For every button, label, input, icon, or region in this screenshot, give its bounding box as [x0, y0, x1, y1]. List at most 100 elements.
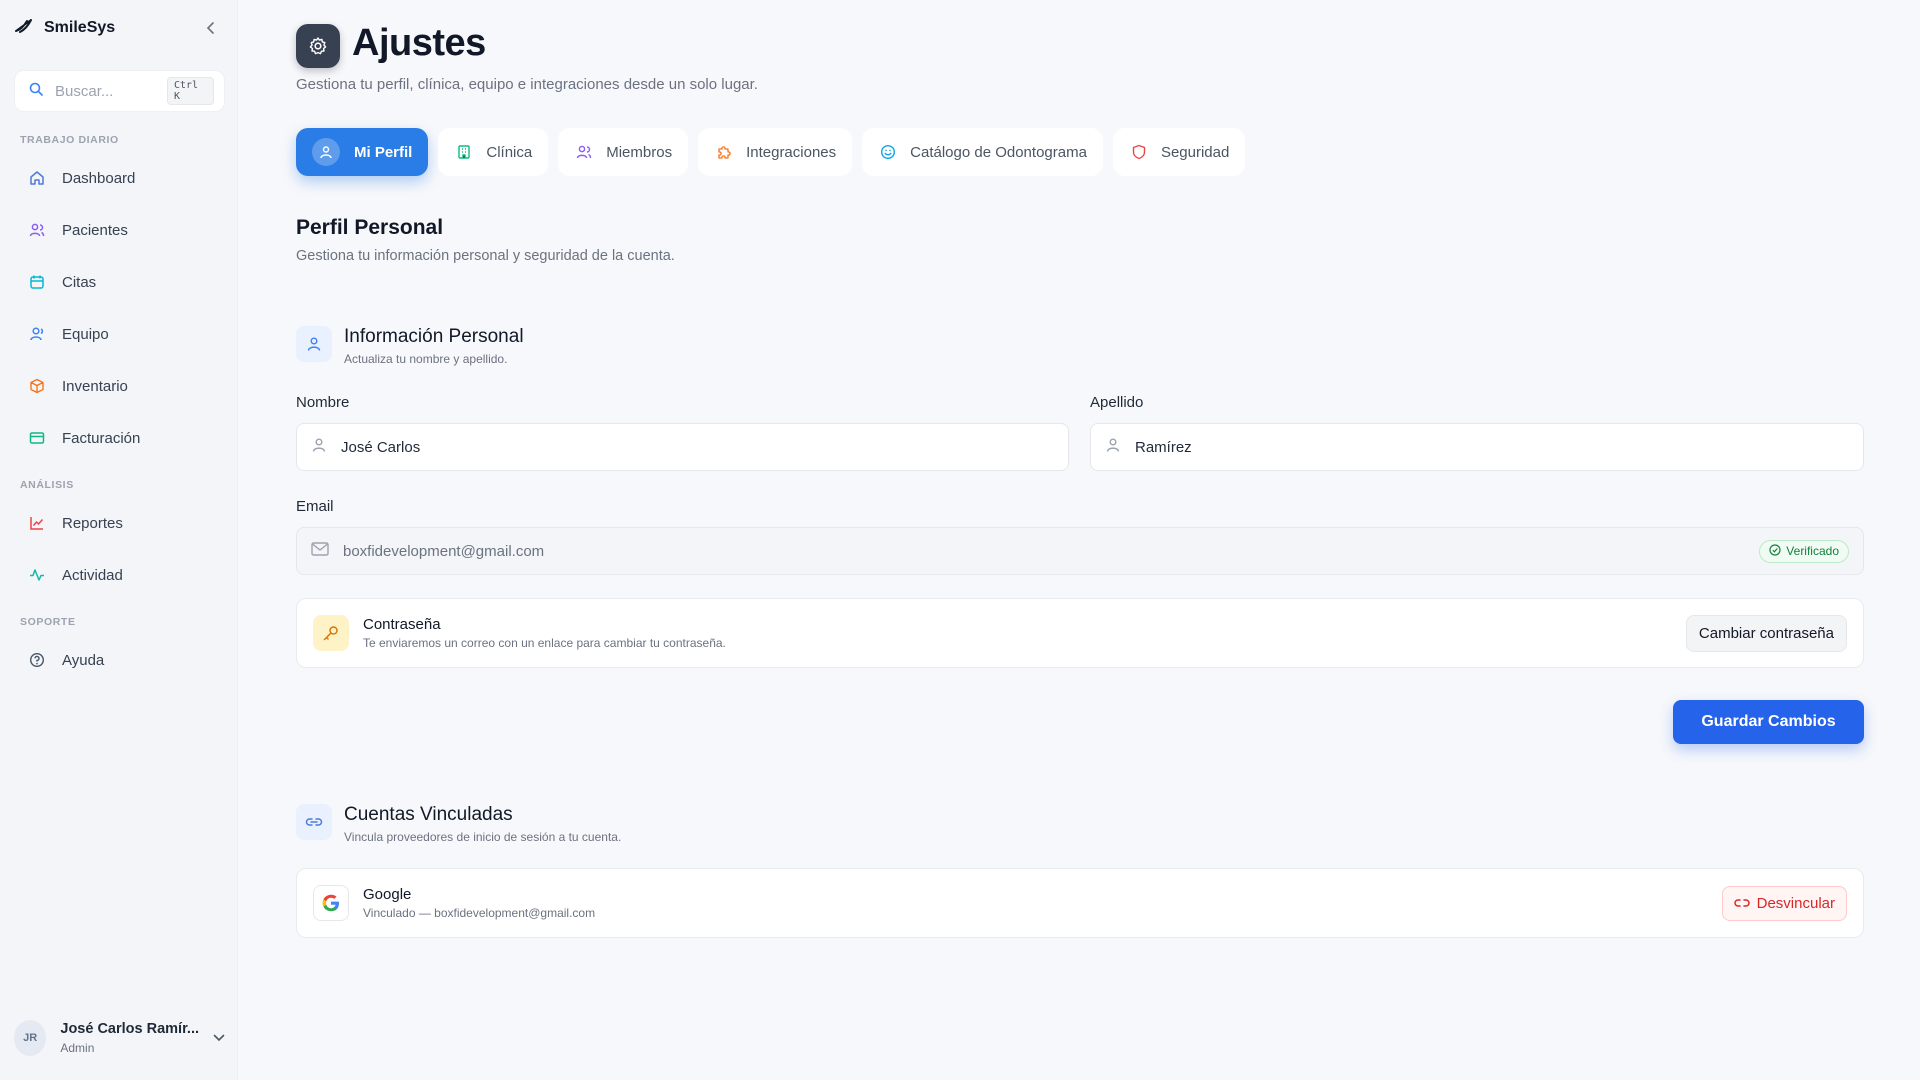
- brand[interactable]: SmileSys: [14, 16, 115, 40]
- linked-accounts-subtitle: Vincula proveedores de inicio de sesión …: [344, 830, 622, 844]
- sidebar-item-label: Ayuda: [62, 651, 105, 669]
- home-icon: [28, 169, 46, 187]
- verified-badge: Verificado: [1759, 539, 1849, 563]
- provider-detail: Vinculado — boxfidevelopment@gmail.com: [363, 906, 596, 920]
- search-box[interactable]: Ctrl K: [14, 70, 225, 112]
- first-name-label: Nombre: [296, 394, 350, 411]
- search-shortcut: Ctrl K: [167, 77, 214, 105]
- save-changes-button[interactable]: Guardar Cambios: [1673, 700, 1864, 744]
- password-subtitle: Te enviaremos un correo con un enlace pa…: [363, 636, 726, 650]
- sidebar-item-reportes[interactable]: Reportes: [14, 503, 225, 543]
- mail-icon: [311, 541, 329, 561]
- change-password-button[interactable]: Cambiar contraseña: [1685, 614, 1847, 652]
- puzzle-icon: [716, 144, 732, 160]
- google-account-row: Google Vinculado — boxfidevelopment@gmai…: [296, 868, 1864, 938]
- sidebar-item-label: Equipo: [62, 325, 109, 343]
- personal-info-subtitle: Actualiza tu nombre y apellido.: [344, 352, 508, 366]
- sidebar-item-citas[interactable]: Citas: [14, 262, 225, 302]
- line-chart-icon: [28, 514, 46, 532]
- section-soporte: SOPORTE: [20, 616, 76, 628]
- tab-catalogo-odontograma[interactable]: Catálogo de Odontograma: [862, 128, 1103, 176]
- link-icon: [296, 804, 332, 840]
- sidebar-item-ayuda[interactable]: Ayuda: [14, 640, 225, 680]
- tab-clinica[interactable]: Clínica: [438, 128, 549, 176]
- last-name-input[interactable]: [1135, 438, 1849, 456]
- sidebar: SmileSys Ctrl K TRABAJO DIARIO Dashboard…: [0, 0, 238, 1080]
- users-icon: [576, 144, 592, 160]
- calendar-icon: [28, 273, 46, 291]
- tab-label: Integraciones: [746, 143, 837, 161]
- tab-label: Mi Perfil: [354, 143, 413, 161]
- sidebar-item-dashboard[interactable]: Dashboard: [14, 158, 225, 198]
- provider-name: Google: [363, 886, 412, 903]
- search-input[interactable]: [55, 82, 155, 100]
- tab-miembros[interactable]: Miembros: [558, 128, 689, 176]
- password-row: Contraseña Te enviaremos un correo con u…: [296, 598, 1864, 668]
- activity-icon: [28, 566, 46, 584]
- check-circle-icon: [1769, 543, 1781, 559]
- sidebar-item-label: Actividad: [62, 566, 123, 584]
- section-analisis: ANÁLISIS: [20, 479, 74, 491]
- section-title: Perfil Personal: [296, 216, 444, 239]
- tab-mi-perfil[interactable]: Mi Perfil: [296, 128, 429, 176]
- sidebar-item-actividad[interactable]: Actividad: [14, 555, 225, 595]
- app-name: SmileSys: [44, 19, 116, 36]
- personal-info-header: Información Personal Actualiza tu nombre…: [296, 326, 524, 366]
- user-icon: [1105, 437, 1121, 458]
- user-role: Admin: [60, 1041, 95, 1055]
- section-trabajo-diario: TRABAJO DIARIO: [20, 134, 119, 146]
- page-title: Ajustes: [352, 22, 486, 64]
- user-menu[interactable]: JR José Carlos Ramír... Admin: [14, 1016, 225, 1060]
- first-name-field[interactable]: [296, 423, 1069, 471]
- main-content: Ajustes Gestiona tu perfil, clínica, equ…: [296, 0, 1864, 1080]
- box-icon: [28, 377, 46, 395]
- email-field: Verificado: [296, 527, 1864, 575]
- user-icon: [312, 138, 340, 166]
- smile-icon: [880, 144, 896, 160]
- password-title: Contraseña: [363, 616, 441, 633]
- collapse-sidebar-icon[interactable]: [200, 17, 222, 39]
- tab-integraciones[interactable]: Integraciones: [698, 128, 853, 176]
- chevron-down-icon[interactable]: [213, 1034, 225, 1042]
- sidebar-item-inventario[interactable]: Inventario: [14, 366, 225, 406]
- user-icon: [296, 326, 332, 362]
- tooth-logo-icon: [14, 17, 34, 40]
- tab-seguridad[interactable]: Seguridad: [1112, 128, 1246, 176]
- users-icon: [28, 221, 46, 239]
- email-input: [343, 542, 1746, 560]
- shield-icon: [1131, 144, 1147, 160]
- sidebar-item-equipo[interactable]: Equipo: [14, 314, 225, 354]
- sidebar-item-label: Inventario: [62, 377, 128, 395]
- last-name-field[interactable]: [1090, 423, 1864, 471]
- personal-info-title: Información Personal: [344, 326, 524, 347]
- sidebar-item-label: Dashboard: [62, 169, 136, 187]
- unlink-icon: [1733, 895, 1750, 912]
- last-name-label: Apellido: [1090, 394, 1144, 411]
- google-logo-icon: [313, 885, 349, 921]
- tab-label: Catálogo de Odontograma: [910, 143, 1087, 161]
- verified-label: Verificado: [1786, 544, 1839, 558]
- tab-label: Seguridad: [1160, 143, 1230, 161]
- credit-card-icon: [28, 429, 46, 447]
- search-icon: [29, 82, 43, 101]
- settings-gear-icon: [296, 24, 340, 68]
- user-group-icon: [28, 325, 46, 343]
- user-name: José Carlos Ramír...: [60, 1021, 199, 1037]
- key-icon: [313, 615, 349, 651]
- sidebar-item-label: Pacientes: [62, 221, 128, 239]
- sidebar-item-label: Facturación: [62, 429, 141, 447]
- sidebar-item-label: Citas: [62, 273, 97, 291]
- building-icon: [456, 144, 472, 160]
- avatar: JR: [14, 1020, 47, 1056]
- tab-label: Clínica: [486, 143, 533, 161]
- unlink-button[interactable]: Desvincular: [1721, 885, 1847, 921]
- settings-tabs: Mi Perfil Clínica Miembros Integraciones…: [296, 128, 1246, 176]
- tab-label: Miembros: [606, 143, 673, 161]
- sidebar-item-facturacion[interactable]: Facturación: [14, 418, 225, 458]
- section-subtitle: Gestiona tu información personal y segur…: [296, 248, 675, 264]
- sidebar-item-pacientes[interactable]: Pacientes: [14, 210, 225, 250]
- user-icon: [311, 437, 327, 458]
- page-subtitle: Gestiona tu perfil, clínica, equipo e in…: [296, 76, 758, 93]
- unlink-label: Desvincular: [1756, 894, 1835, 912]
- first-name-input[interactable]: [341, 438, 1054, 456]
